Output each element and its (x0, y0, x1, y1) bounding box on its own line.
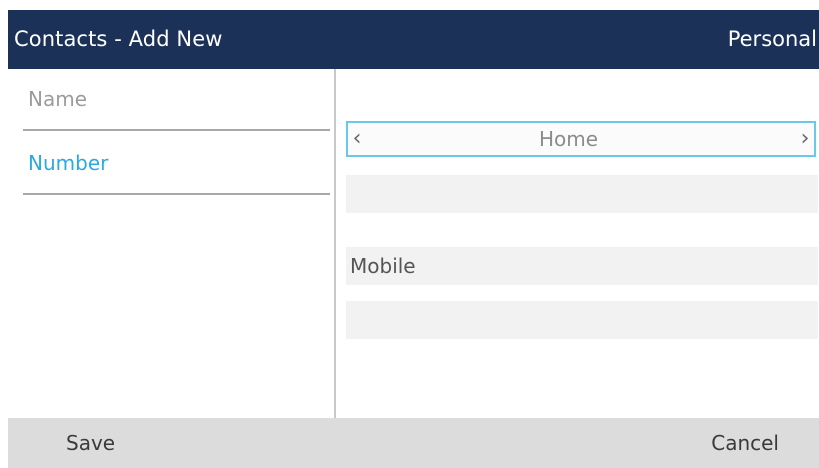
divider (23, 193, 330, 195)
home-number-input[interactable] (346, 175, 818, 213)
phone-screen: Contacts - Add New Personal Name Number … (0, 0, 819, 468)
field-item-label: Number (28, 151, 109, 175)
title-bar: Contacts - Add New Personal (8, 10, 819, 69)
cancel-button[interactable]: Cancel (711, 418, 779, 468)
softkey-bar: Save Cancel (8, 418, 819, 468)
page-title: Contacts - Add New (14, 27, 223, 51)
second-number-type-field[interactable] (346, 247, 818, 285)
field-item-label: Name (28, 87, 88, 111)
number-type-selector[interactable]: ‹ Home › (346, 121, 816, 157)
field-item-number[interactable]: Number (23, 133, 330, 195)
mobile-number-input[interactable] (346, 301, 818, 339)
save-button[interactable]: Save (66, 418, 115, 468)
field-list: Name Number (8, 69, 334, 417)
pane-divider (334, 69, 336, 418)
contact-list-label: Personal (727, 27, 817, 51)
chevron-right-icon[interactable]: › (798, 123, 812, 155)
number-type-value: Home (538, 127, 599, 151)
field-item-name[interactable]: Name (23, 69, 330, 131)
divider (23, 129, 330, 131)
